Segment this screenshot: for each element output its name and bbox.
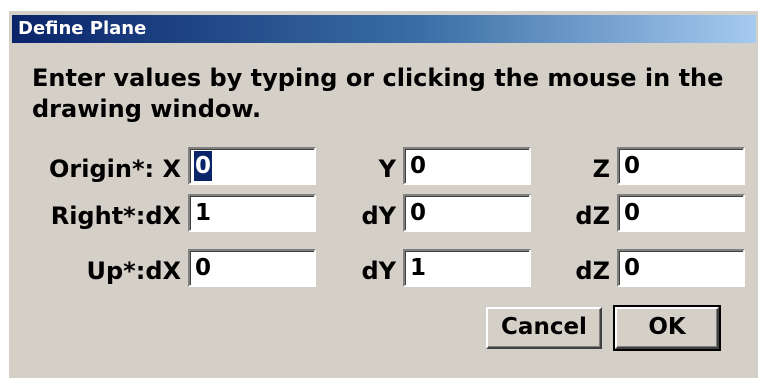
right-dz-label: dZ bbox=[575, 202, 610, 230]
right-dy-value: 0 bbox=[410, 200, 427, 226]
right-dx-field[interactable]: 1 bbox=[188, 194, 316, 232]
up-dx-label: Up*:dX bbox=[86, 257, 182, 285]
up-dy-field[interactable]: 1 bbox=[403, 249, 531, 287]
origin-y-field[interactable]: 0 bbox=[403, 147, 531, 185]
up-dy-label: dY bbox=[361, 257, 396, 285]
right-dz-field[interactable]: 0 bbox=[617, 194, 745, 232]
origin-z-label: Z bbox=[592, 155, 610, 183]
up-dy-value: 1 bbox=[410, 255, 427, 281]
origin-z-field[interactable]: 0 bbox=[617, 147, 745, 185]
up-dz-label: dZ bbox=[575, 257, 610, 285]
origin-x-field[interactable]: 0 bbox=[188, 147, 316, 185]
right-dx-value: 1 bbox=[195, 200, 212, 226]
up-dz-field[interactable]: 0 bbox=[617, 249, 745, 287]
instructions-text: Enter values by typing or clicking the m… bbox=[32, 64, 724, 123]
origin-z-value: 0 bbox=[624, 153, 641, 179]
right-dy-field[interactable]: 0 bbox=[403, 194, 531, 232]
cancel-button[interactable]: Cancel bbox=[486, 307, 602, 349]
right-dz-value: 0 bbox=[624, 200, 641, 226]
up-dz-value: 0 bbox=[624, 255, 641, 281]
up-dx-value: 0 bbox=[195, 255, 212, 281]
window-title: Define Plane bbox=[18, 18, 147, 39]
ok-button[interactable]: OK bbox=[613, 305, 721, 351]
right-dx-label: Right*:dX bbox=[50, 202, 181, 230]
origin-x-label: Origin*: X bbox=[49, 155, 181, 183]
title-bar[interactable]: Define Plane bbox=[12, 15, 756, 43]
origin-x-value: 0 bbox=[194, 151, 213, 181]
origin-y-value: 0 bbox=[410, 153, 427, 179]
define-plane-dialog: Define Plane Enter values by typing or c… bbox=[8, 10, 758, 378]
right-dy-label: dY bbox=[361, 202, 396, 230]
up-dx-field[interactable]: 0 bbox=[188, 249, 316, 287]
origin-y-label: Y bbox=[378, 155, 396, 183]
